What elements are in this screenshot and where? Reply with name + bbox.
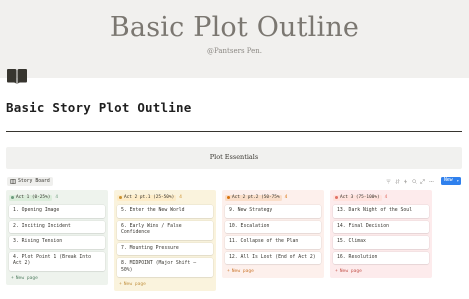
cover-subtitle: @Pantsers Pen. [206,47,263,55]
new-button[interactable]: New ▾ [441,177,461,185]
column-count: 4 [55,195,59,200]
board-card[interactable]: 9. New Strategy [225,205,321,218]
column-label: Act 2 pt.1 (25-50%) [124,194,175,200]
column-count: 4 [384,195,388,200]
column-label: Act 3 (75-100%) [340,194,380,200]
new-page-label: New page [15,275,38,281]
divider [6,131,462,132]
column-header: Act 2 pt.1 (25-50%) 4 [117,194,213,201]
column-count: 4 [179,195,182,200]
new-page-button[interactable]: + New page [9,274,105,282]
board-card[interactable]: 15. Climax [333,236,429,249]
board-card[interactable]: 6. Early Wins / False Confidence [117,220,213,240]
column-label: Act 1 (0-25%) [16,194,51,200]
board-column: Act 2 pt.2 (50-75% 4 9. New Strategy 10. Es… [222,190,324,278]
column-label: Act 2 pt.2 (50-75% [232,194,280,200]
plus-icon: + [11,275,14,281]
cover-title: Basic Plot Outline [109,12,360,43]
column-header: Act 2 pt.2 (50-75% 4 [225,194,321,201]
status-dot-icon [119,196,122,199]
column-status-pill[interactable]: Act 3 (75-100%) [333,194,382,201]
view-tab-label: Story Board [18,179,50,184]
chevron-down-icon[interactable]: ▾ [457,177,459,185]
callout-text: Plot Essentials [209,153,259,161]
more-icon[interactable] [428,179,434,184]
new-page-label: New page [339,269,362,274]
board-card[interactable]: 11. Collapse of the Plan [225,236,321,249]
board-card[interactable]: 13. Dark Night of the Soul [333,205,429,218]
new-page-button[interactable]: + New page [333,267,429,275]
callout-block: Plot Essentials [6,147,462,169]
page-title: Basic Story Plot Outline [6,100,192,115]
filter-icon[interactable] [386,179,391,184]
new-page-button[interactable]: + New page [117,280,213,288]
expand-icon[interactable] [420,179,425,184]
plus-icon: + [227,269,230,274]
board-column: Act 1 (0-25%) 4 1. Opening Image 2. Incitin… [6,190,108,285]
book-icon[interactable] [6,67,28,85]
plus-icon: + [119,282,122,287]
new-page-label: New page [123,282,146,287]
status-dot-icon [335,196,338,199]
sort-icon[interactable] [394,179,400,184]
view-tab-story-board[interactable]: Story Board [7,177,53,186]
database-toolbar [386,177,434,186]
column-status-pill[interactable]: Act 2 pt.1 (25-50%) [117,194,177,201]
board-card[interactable]: 8. MIDPOINT (Major Shift – 50%) [117,258,213,277]
board-card[interactable]: 10. Escalation [225,220,321,233]
board-card[interactable]: 4. Plot Point 1 (Break Into Act 2) [9,251,105,271]
board-column: Act 2 pt.1 (25-50%) 4 5. Enter the New Wor… [114,190,216,291]
column-header: Act 3 (75-100%) 4 [333,194,429,201]
column-status-pill[interactable]: Act 1 (0-25%) [9,194,53,201]
new-button-label: New [444,178,453,183]
search-icon[interactable] [411,179,417,184]
board-column: Act 3 (75-100%) 4 13. Dark Night of the So… [330,190,432,278]
board-card[interactable]: 1. Opening Image [9,205,105,218]
column-header: Act 1 (0-25%) 4 [9,194,105,201]
board-card[interactable]: 2. Inciting Incident [9,220,105,233]
plus-icon: + [335,269,338,274]
board-view-icon [10,179,16,184]
board-card[interactable]: 3. Rising Tension [9,236,105,249]
board-card[interactable]: 12. All Is Lost (End of Act 2) [225,251,321,264]
column-status-pill[interactable]: Act 2 pt.2 (50-75% [225,194,282,201]
board-card[interactable]: 16. Resolution [333,251,429,264]
page-cover: Basic Plot Outline @Pantsers Pen. [0,0,469,78]
new-page-label: New page [231,269,254,274]
column-count: 4 [284,195,288,200]
board-card[interactable]: 5. Enter the New World [117,205,213,218]
board-card[interactable]: 7. Mounting Pressure [117,242,213,255]
lightning-icon[interactable] [403,179,408,184]
board-card[interactable]: 14. Final Decision [333,220,429,233]
new-page-button[interactable]: + New page [225,267,321,275]
status-dot-icon [11,196,14,199]
status-dot-icon [227,196,230,199]
